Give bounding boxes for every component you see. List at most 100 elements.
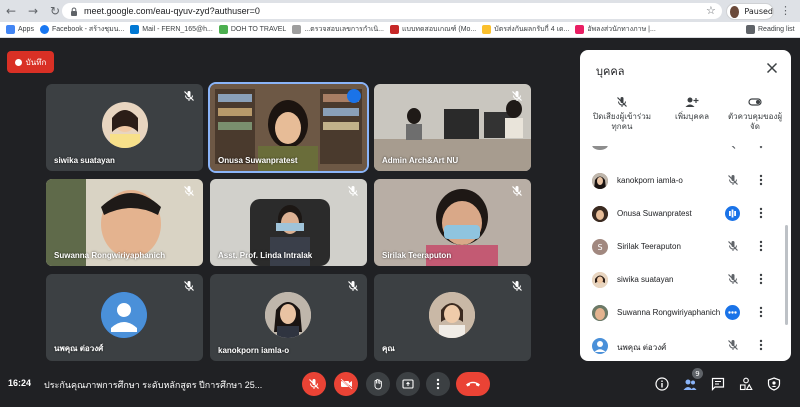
- more-vert-icon[interactable]: [758, 174, 764, 186]
- bookmark-item[interactable]: บัตรส่งกันผลกรับกี่ 4 เด...: [482, 24, 569, 35]
- mic-off-icon: [728, 274, 738, 284]
- forward-icon[interactable]: →: [22, 0, 44, 22]
- bookmark-star-icon[interactable]: ☆: [706, 4, 716, 17]
- reading-list-icon: [746, 25, 755, 34]
- participant-row[interactable]: kanokporn iamla-o: [580, 164, 791, 197]
- back-icon[interactable]: ←: [0, 0, 22, 22]
- video-tile[interactable]: siwika suatayan: [46, 84, 203, 171]
- lock-icon: [71, 7, 77, 16]
- url-text: meet.google.com/eau-qyuv-zyd?authuser=0: [84, 6, 260, 16]
- participant-row[interactable]: Onusa Suwanpratest: [580, 197, 791, 230]
- bookmark-item[interactable]: แบบทดสอบเกณฑ์ (Mo...: [390, 24, 476, 35]
- host-controls-button[interactable]: ตัวควบคุมของผู้จัด: [725, 96, 785, 132]
- close-icon[interactable]: [766, 62, 778, 74]
- video-tile[interactable]: Sirilak Teeraputon: [374, 179, 531, 266]
- bookmark-item[interactable]: DOH TO TRAVEL: [218, 25, 286, 34]
- people-panel: บุคคล ปิดเสียงผู้เข้าร่วมทุกคน เพิ่มบุคค…: [580, 50, 791, 361]
- bookmark-item[interactable]: Facebook - สร้างชุมน...: [39, 24, 124, 35]
- avatar: [592, 173, 608, 189]
- page-icon: [292, 25, 302, 34]
- screen: ← → ↻ meet.google.com/eau-qyuv-zyd?authu…: [0, 0, 800, 407]
- info-icon[interactable]: [655, 377, 669, 391]
- mic-off-icon: [184, 91, 194, 101]
- video-tile[interactable]: Asst. Prof. Linda Intralak: [210, 179, 367, 266]
- meeting-clock: 16:24: [8, 378, 32, 388]
- address-bar[interactable]: meet.google.com/eau-qyuv-zyd?authuser=0: [62, 3, 722, 19]
- mic-off-icon: [348, 281, 358, 291]
- host-controls-icon[interactable]: [767, 377, 781, 391]
- avatar: S: [592, 239, 608, 255]
- present-icon: [402, 379, 414, 389]
- mute-all-button[interactable]: ปิดเสียงผู้เข้าร่วมทุกคน: [592, 96, 652, 132]
- present-screen-button[interactable]: [396, 372, 420, 396]
- browser-toolbar: ← → ↻ meet.google.com/eau-qyuv-zyd?authu…: [0, 0, 800, 22]
- mic-toggle-button[interactable]: [302, 372, 326, 396]
- speaking-indicator-icon: [725, 206, 740, 221]
- video-tile[interactable]: นพคุณ ต่อวงศ์: [46, 274, 203, 361]
- mic-off-icon: [348, 186, 358, 196]
- mic-off-icon: [309, 379, 319, 389]
- people-icon[interactable]: [683, 377, 697, 391]
- more-vert-icon[interactable]: [758, 207, 764, 219]
- browser-menu-icon[interactable]: ⋮: [780, 4, 791, 17]
- more-vert-icon[interactable]: [758, 339, 764, 351]
- list-item-partial: [580, 146, 791, 160]
- video-tile-active[interactable]: Onusa Suwanpratest: [208, 82, 369, 173]
- travel-icon: [218, 25, 228, 34]
- camera-toggle-button[interactable]: [334, 372, 358, 396]
- mic-off-icon: [728, 340, 738, 350]
- more-vert-icon[interactable]: [758, 306, 764, 318]
- mic-off-icon: [512, 91, 522, 101]
- scrollbar[interactable]: [785, 225, 788, 325]
- participant-name: Onusa Suwanpratest: [218, 156, 298, 165]
- video-tile[interactable]: kanokporn iamla-o: [210, 274, 367, 361]
- add-people-button[interactable]: เพิ่มบุคคล: [662, 96, 722, 122]
- more-options-active-icon[interactable]: [725, 305, 740, 320]
- bookmark-item[interactable]: ...ตรวจสอบเลขการกำเนิ...: [292, 24, 384, 35]
- participant-row[interactable]: S Sirilak Teeraputon: [580, 230, 791, 263]
- more-vert-icon[interactable]: [758, 240, 764, 252]
- video-tile[interactable]: คุณ: [374, 274, 531, 361]
- more-vert-icon: [436, 378, 440, 390]
- meeting-title: ประกันคุณภาพการศึกษา ระดับหลักสูตร ปีการ…: [44, 380, 263, 390]
- video-tile[interactable]: Admin Arch&Art NU: [374, 84, 531, 171]
- note-icon: [482, 25, 492, 34]
- panel-title: บุคคล: [596, 65, 625, 78]
- record-dot-icon: [14, 58, 22, 66]
- profile-button[interactable]: Paused: [726, 3, 774, 20]
- leave-call-button[interactable]: [456, 372, 490, 396]
- avatar: [592, 305, 608, 321]
- bookmarks-bar: Apps Facebook - สร้างชุมน... Mail - FERN…: [0, 22, 800, 38]
- participant-avatar: [102, 102, 148, 148]
- mic-off-icon: [512, 281, 522, 291]
- raise-hand-button[interactable]: [366, 372, 390, 396]
- chat-icon[interactable]: [711, 377, 725, 391]
- participant-avatar: [429, 292, 475, 338]
- participant-row[interactable]: siwika suatayan: [580, 263, 791, 296]
- profile-status: Paused: [744, 7, 773, 16]
- more-vert-icon[interactable]: [758, 273, 764, 285]
- mic-off-icon: [617, 97, 627, 107]
- participant-avatar: [265, 292, 311, 338]
- participant-row[interactable]: Suwanna Rongwiriyaphanich: [580, 296, 791, 329]
- mic-off-icon: [184, 281, 194, 291]
- activities-icon[interactable]: [739, 377, 753, 391]
- page-icon: [575, 25, 585, 34]
- bookmark-item[interactable]: Apps: [6, 25, 34, 34]
- bookmark-item[interactable]: Mail - FERN_165@h...: [130, 25, 213, 34]
- more-options-button[interactable]: [426, 372, 450, 396]
- video-tile[interactable]: Suwanna Rongwiriyaphanich: [46, 179, 203, 266]
- facebook-icon: [39, 25, 49, 34]
- participant-name: kanokporn iamla-o: [218, 346, 290, 355]
- participant-name: Admin Arch&Art NU: [382, 156, 459, 165]
- mic-off-icon: [728, 241, 738, 251]
- record-button[interactable]: บันทึก: [7, 51, 54, 73]
- reading-list-button[interactable]: Reading list: [746, 25, 795, 34]
- participant-row[interactable]: นพคุณ ต่อวงศ์: [580, 329, 791, 361]
- participant-name: นพคุณ ต่อวงศ์: [54, 344, 104, 353]
- more-vert-icon[interactable]: [758, 146, 764, 150]
- mail-icon: [130, 25, 140, 34]
- mic-off-icon: [512, 186, 522, 196]
- add-person-icon: [685, 97, 699, 107]
- bookmark-item[interactable]: อัพลงส่วนักทางภาษ |...: [575, 24, 656, 35]
